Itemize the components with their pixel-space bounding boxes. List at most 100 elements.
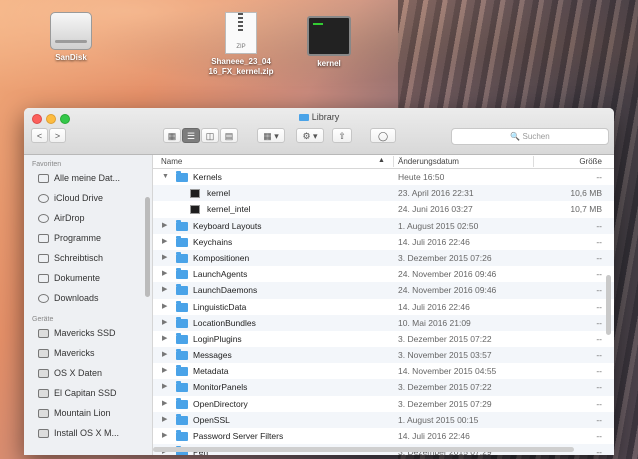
sidebar-item-favorites-6[interactable]: Downloads bbox=[24, 288, 152, 308]
sidebar-scrollbar[interactable] bbox=[145, 197, 150, 297]
folder-icon bbox=[176, 284, 188, 296]
folder-icon bbox=[176, 268, 188, 280]
table-row[interactable]: ▶ LaunchAgents 24. November 2016 09:46 -- bbox=[153, 266, 614, 282]
folder-icon bbox=[176, 413, 188, 425]
table-row[interactable]: ▶ LaunchDaemons 24. November 2016 09:46 -- bbox=[153, 282, 614, 299]
table-row[interactable]: ▶ LoginPlugins 3. Dezember 2015 07:22 -- bbox=[153, 331, 614, 347]
disclosure-closed-icon[interactable]: ▶ bbox=[162, 218, 167, 234]
disclosure-closed-icon[interactable]: ▶ bbox=[162, 266, 167, 282]
table-row[interactable]: ▶ LocationBundles 10. Mai 2016 21:09 -- bbox=[153, 314, 614, 331]
disclosure-closed-icon[interactable]: ▶ bbox=[162, 379, 167, 395]
folder-icon bbox=[176, 235, 188, 247]
table-row[interactable]: ▶ Metadata 14. November 2015 04:55 -- bbox=[153, 363, 614, 379]
sidebar-item-devices-1[interactable]: Mavericks bbox=[24, 343, 152, 363]
table-row[interactable]: ▶ Password Server Filters 14. Juli 2016 22… bbox=[153, 428, 614, 444]
back-button[interactable]: < bbox=[31, 128, 48, 143]
sidebar-item-favorites-5[interactable]: Dokumente bbox=[24, 268, 152, 288]
row-size: -- bbox=[596, 398, 602, 409]
table-row[interactable]: ▶ Keychains 14. Juli 2016 22:46 -- bbox=[153, 234, 614, 250]
row-size: -- bbox=[596, 301, 602, 312]
disclosure-closed-icon[interactable]: ▶ bbox=[162, 363, 167, 379]
disclosure-closed-icon[interactable]: ▶ bbox=[162, 412, 167, 428]
row-size: -- bbox=[596, 350, 602, 361]
column-header-name[interactable]: Name bbox=[161, 157, 182, 166]
disclosure-closed-icon[interactable]: ▶ bbox=[162, 234, 167, 250]
table-row[interactable]: kernel_intel 24. Juni 2016 03:27 10,7 MB bbox=[153, 201, 614, 217]
sidebar-item-label: Mountain Lion bbox=[54, 408, 111, 418]
row-date: 3. Dezember 2015 07:29 bbox=[398, 398, 492, 409]
column-header-size[interactable]: Größe bbox=[579, 157, 602, 166]
disk-icon bbox=[38, 388, 49, 398]
sidebar-item-devices-2[interactable]: OS X Daten bbox=[24, 363, 152, 383]
sidebar-item-favorites-0[interactable]: Alle meine Dat... bbox=[24, 168, 152, 188]
row-name: LocationBundles bbox=[193, 317, 256, 328]
sidebar-item-favorites-4[interactable]: Schreibtisch bbox=[24, 248, 152, 268]
disclosure-closed-icon[interactable]: ▶ bbox=[162, 347, 167, 363]
sidebar-item-favorites-2[interactable]: AirDrop bbox=[24, 208, 152, 228]
table-row[interactable]: ▶ Messages 3. November 2015 03:57 -- bbox=[153, 347, 614, 364]
disclosure-closed-icon[interactable]: ▶ bbox=[162, 282, 167, 298]
row-size: -- bbox=[596, 333, 602, 344]
row-date: 14. Juli 2016 22:46 bbox=[398, 236, 470, 247]
arrange-button[interactable]: ▦ ▾ bbox=[257, 128, 285, 143]
table-row[interactable]: kernel 23. April 2016 22:31 10,6 MB bbox=[153, 185, 614, 202]
sidebar-item-favorites-1[interactable]: iCloud Drive bbox=[24, 188, 152, 208]
all-files-icon bbox=[38, 173, 49, 183]
row-size: -- bbox=[596, 366, 602, 377]
row-size: 10,7 MB bbox=[570, 204, 602, 215]
share-button[interactable]: ⇧ bbox=[332, 128, 352, 143]
disclosure-open-icon[interactable]: ▼ bbox=[162, 169, 169, 185]
table-row[interactable]: ▶ LinguisticData 14. Juli 2016 22:46 -- bbox=[153, 299, 614, 315]
desktop-icon-label: Shaneee_23_04 16_FX_kernel.zip bbox=[208, 57, 274, 76]
folder-icon bbox=[176, 332, 188, 344]
horizontal-scrollbar[interactable] bbox=[153, 447, 574, 452]
window-toolbar: Library < > ▦ ☰ ◫ ▤ ▦ ▾ ⚙ ▾ ⇧ ◯ 🔍 Suchen bbox=[24, 108, 614, 155]
row-size: -- bbox=[596, 285, 602, 296]
desktop-icon-kernel[interactable]: kernel bbox=[284, 16, 374, 69]
finder-window: Library < > ▦ ☰ ◫ ▤ ▦ ▾ ⚙ ▾ ⇧ ◯ 🔍 Suchen… bbox=[24, 108, 614, 455]
folder-icon bbox=[176, 316, 188, 328]
disk-icon bbox=[38, 408, 49, 418]
table-row[interactable]: ▶ MonitorPanels 3. Dezember 2015 07:22 -- bbox=[153, 379, 614, 396]
row-name: Keyboard Layouts bbox=[193, 220, 262, 231]
row-size: -- bbox=[596, 236, 602, 247]
column-view-button[interactable]: ◫ bbox=[201, 128, 219, 143]
desktop-icon-sandisk[interactable]: SanDisk bbox=[26, 12, 116, 63]
table-row[interactable]: ▶ OpenSSL 1. August 2015 00:15 -- bbox=[153, 411, 614, 428]
sidebar-item-devices-0[interactable]: Mavericks SSD bbox=[24, 323, 152, 343]
table-row[interactable]: ▶ Keyboard Layouts 1. August 2015 02:50 -- bbox=[153, 217, 614, 234]
disclosure-closed-icon[interactable]: ▶ bbox=[162, 299, 167, 315]
search-icon: 🔍 bbox=[510, 132, 521, 141]
row-name: OpenSSL bbox=[193, 414, 230, 425]
sidebar-item-devices-5[interactable]: Install OS X M... bbox=[24, 423, 152, 443]
column-header: Name ▲ Änderungsdatum Größe bbox=[153, 155, 614, 169]
sidebar-item-devices-4[interactable]: Mountain Lion bbox=[24, 403, 152, 423]
column-header-date[interactable]: Änderungsdatum bbox=[398, 157, 459, 166]
table-row[interactable]: ▶ OpenDirectory 3. Dezember 2015 07:29 -- bbox=[153, 396, 614, 412]
disclosure-closed-icon[interactable]: ▶ bbox=[162, 331, 167, 347]
disclosure-closed-icon[interactable]: ▶ bbox=[162, 250, 167, 266]
tags-button[interactable]: ◯ bbox=[370, 128, 396, 143]
disclosure-closed-icon[interactable]: ▶ bbox=[162, 396, 167, 412]
window-title: Library bbox=[24, 110, 614, 124]
table-row[interactable]: ▼ Kernels Heute 16:50 -- bbox=[153, 169, 614, 185]
disk-icon bbox=[38, 428, 49, 438]
desktop-icon-label: kernel bbox=[317, 59, 341, 68]
disk-icon bbox=[38, 348, 49, 358]
list-view-button[interactable]: ☰ bbox=[182, 128, 200, 143]
disclosure-closed-icon[interactable]: ▶ bbox=[162, 428, 167, 444]
sidebar-item-label: Mavericks bbox=[54, 348, 95, 358]
vertical-scrollbar[interactable] bbox=[606, 275, 611, 335]
forward-button[interactable]: > bbox=[49, 128, 66, 143]
icon-view-button[interactable]: ▦ bbox=[163, 128, 181, 143]
sidebar-item-devices-3[interactable]: El Capitan SSD bbox=[24, 383, 152, 403]
table-row[interactable]: ▶ Kompositionen 3. Dezember 2015 07:26 -- bbox=[153, 249, 614, 267]
sidebar-item-favorites-3[interactable]: Programme bbox=[24, 228, 152, 248]
desktop-icon-zip[interactable]: ZIP Shaneee_23_04 16_FX_kernel.zip bbox=[196, 12, 286, 77]
action-gear-button[interactable]: ⚙ ▾ bbox=[296, 128, 324, 143]
row-name: OpenDirectory bbox=[193, 398, 248, 409]
disclosure-closed-icon[interactable]: ▶ bbox=[162, 315, 167, 331]
search-field[interactable]: 🔍 Suchen bbox=[451, 128, 609, 145]
terminal-executable-icon bbox=[307, 16, 351, 56]
cover-flow-button[interactable]: ▤ bbox=[220, 128, 238, 143]
